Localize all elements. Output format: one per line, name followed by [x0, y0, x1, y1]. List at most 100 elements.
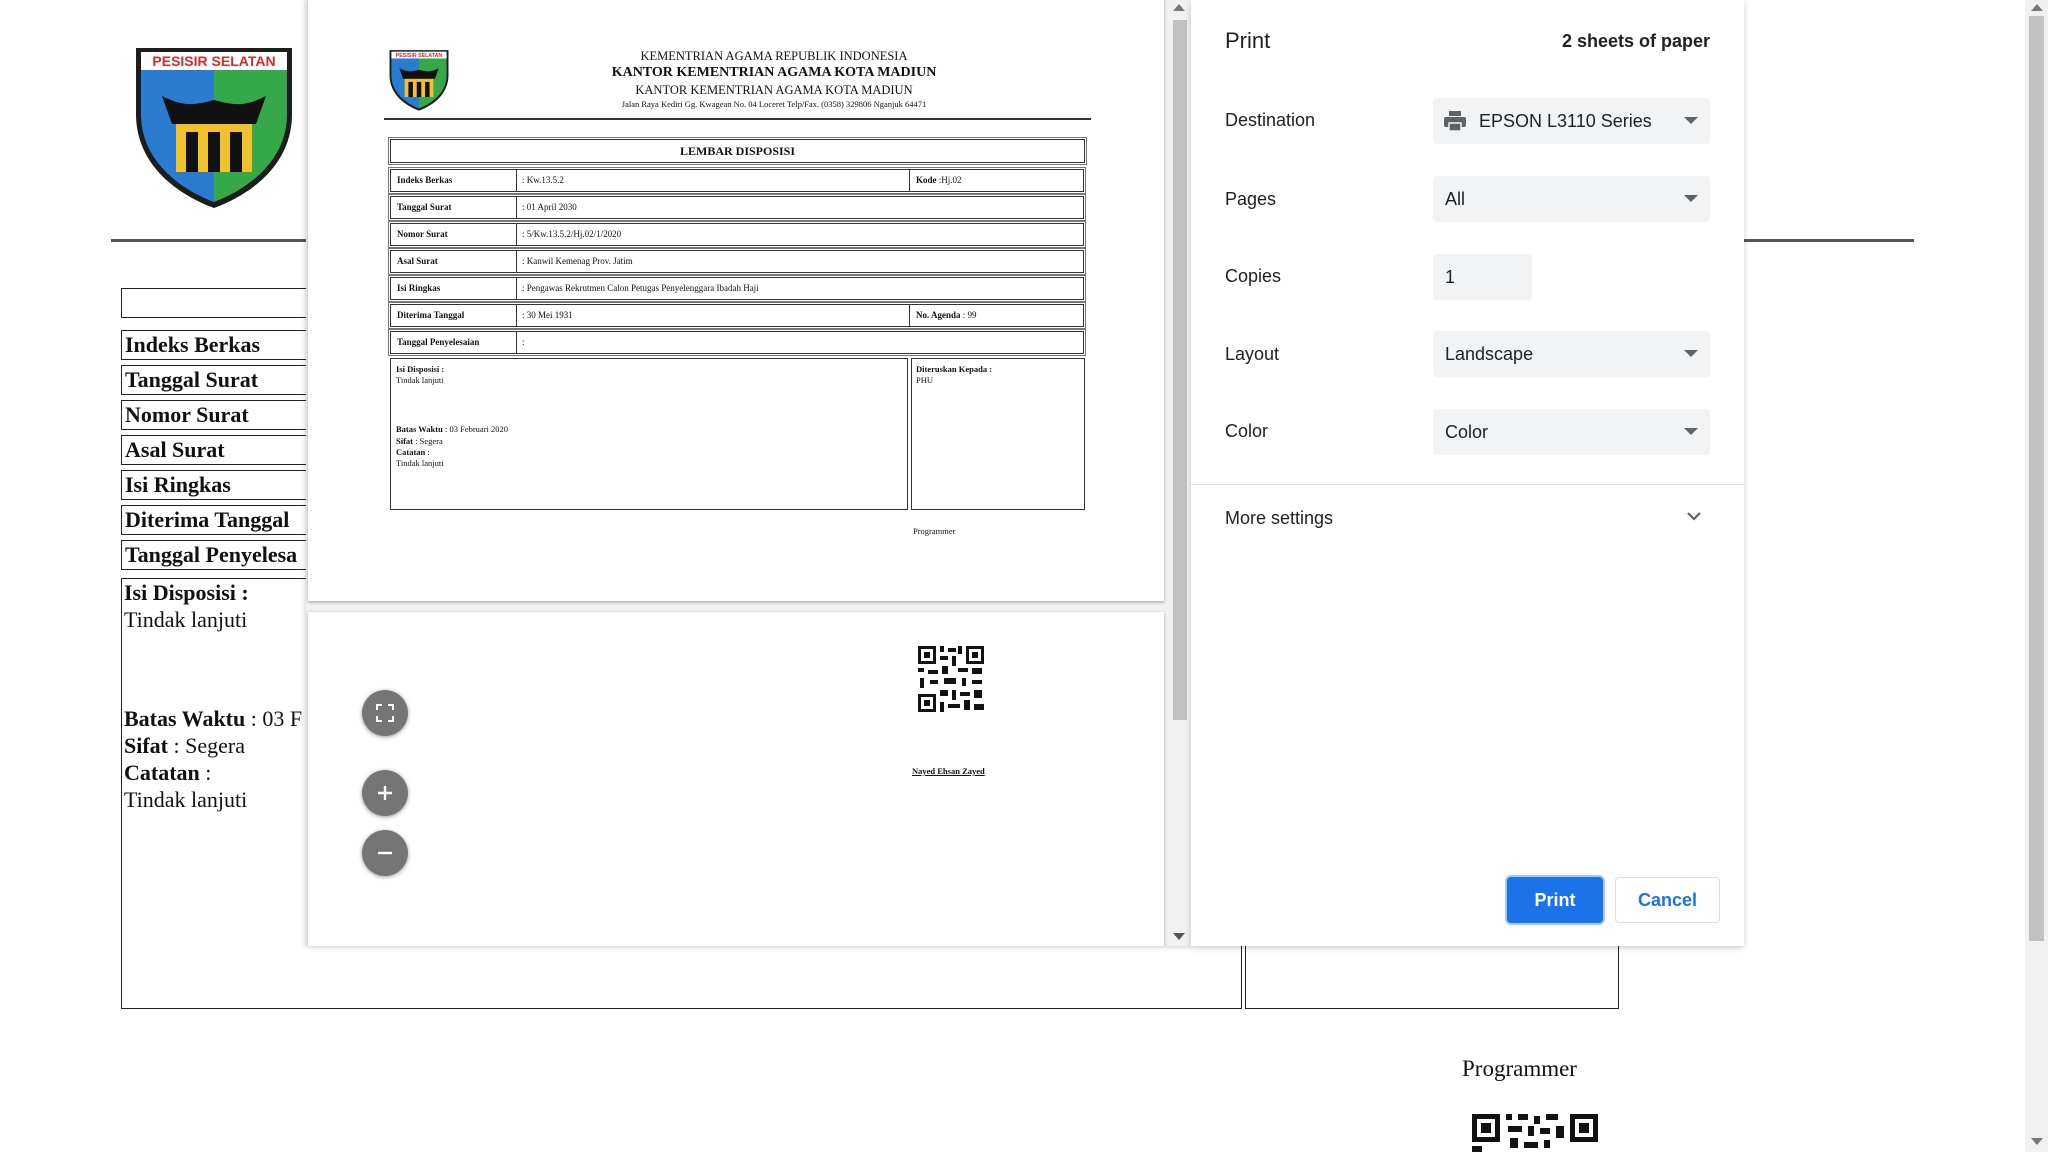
isi-disposisi-value: Tindak lanjuti	[124, 607, 248, 632]
preview-row: Asal Surat : Kanwil Kemenag Prov. Jatim	[388, 248, 1086, 275]
row-label: Asal Surat	[397, 256, 438, 266]
preview-disposition-box	[390, 358, 908, 510]
row-tanggal-penyelesaian: Tanggal Penyelesa	[121, 540, 306, 570]
page-scroll-thumb[interactable]	[2029, 16, 2044, 941]
preview-diteruskan-value: PHU	[916, 375, 934, 385]
print-dialog-title: Print	[1225, 28, 1271, 53]
catatan-text: Tindak lanjuti	[124, 787, 248, 812]
header-divider	[111, 239, 306, 242]
preview-scrollbar[interactable]	[1167, 0, 1191, 946]
print-button[interactable]: Print	[1507, 877, 1603, 923]
copies-input[interactable]	[1433, 254, 1527, 300]
row-extra: No. Agenda : 99	[916, 310, 977, 320]
destination-select[interactable]: EPSON L3110 Series	[1433, 98, 1710, 144]
preview-header-line4: Jalan Raya Kediri Gg. Kwagean No. 04 Loc…	[621, 99, 927, 109]
preview-header-line3: KANTOR KEMENTRIAN AGAMA KOTA MADIUN	[635, 83, 913, 97]
page-scrollbar[interactable]	[2025, 0, 2048, 1152]
layout-select[interactable]: Landscape	[1433, 331, 1710, 377]
preview-row: Isi Ringkas : Pengawas Rekrutmen Calon P…	[388, 275, 1086, 302]
preview-row: Tanggal Surat : 01 April 2030	[388, 194, 1086, 221]
row-value: : 5/Kw.13.5.2/Hj.02/1/2020	[522, 229, 622, 239]
row-asal-surat: Asal Surat	[121, 435, 306, 465]
page-scroll-up-icon[interactable]	[2031, 4, 2043, 11]
zoom-out-icon	[378, 851, 392, 855]
row-value: :	[522, 337, 525, 347]
fit-to-page-button[interactable]	[362, 690, 408, 736]
preview-row: Nomor Surat : 5/Kw.13.5.2/Hj.02/1/2020	[388, 221, 1086, 248]
programmer-label: Programmer	[1462, 1056, 1577, 1081]
chevron-down-icon	[1687, 512, 1701, 521]
row-tanggal-surat: Tanggal Surat	[121, 365, 306, 395]
settings-divider	[1191, 484, 1744, 485]
more-settings-toggle[interactable]: More settings	[1225, 492, 1710, 546]
cancel-button[interactable]: Cancel	[1615, 877, 1720, 923]
row-diterima-tanggal: Diterima Tanggal	[121, 505, 306, 535]
row-extra: Kode :Hj.02	[916, 175, 962, 185]
color-select[interactable]: Color	[1433, 409, 1710, 455]
svg-text:PESISIR SELATAN: PESISIR SELATAN	[152, 53, 275, 69]
preview-forwarded-box	[911, 358, 1085, 510]
pages-label: Pages	[1225, 189, 1277, 209]
row-value: : Kw.13.5.2	[522, 175, 564, 185]
preview-header-line1: KEMENTRIAN AGAMA REPUBLIK INDONESIA	[640, 49, 908, 63]
row-label: Indeks Berkas	[397, 175, 453, 185]
preview-isi-disposisi-value: Tindak lanjuti	[396, 375, 444, 385]
copies-label: Copies	[1225, 266, 1282, 286]
sheet-count: 2 sheets of paper	[1561, 31, 1710, 51]
dropdown-arrow-icon	[1684, 428, 1698, 435]
page-scroll-down-icon[interactable]	[2031, 1138, 2043, 1145]
preview-row: Diterima Tanggal : 30 Mei 1931 No. Agend…	[388, 302, 1086, 329]
scroll-up-icon[interactable]	[1173, 4, 1185, 11]
blank-title-row	[121, 288, 306, 318]
row-label: Isi Ringkas	[397, 283, 441, 293]
dropdown-arrow-icon	[1684, 117, 1698, 124]
preview-row: Indeks Berkas : Kw.13.5.2 Kode :Hj.02	[388, 167, 1086, 194]
preview-sheet-1: PESISIR SELATAN KEMENTRIAN AGAMA REPUBLI…	[308, 0, 1164, 601]
forwarded-box	[1245, 940, 1619, 1009]
preview-header-divider	[384, 118, 1091, 120]
fit-to-page-icon	[376, 704, 394, 722]
preview-isi-disposisi-label: Isi Disposisi :	[396, 364, 445, 374]
preview-sheet-2: Nayed Ehsan Zayed	[308, 612, 1164, 946]
print-preview-pane[interactable]: PESISIR SELATAN KEMENTRIAN AGAMA REPUBLI…	[306, 0, 1191, 946]
row-value: : 01 April 2030	[522, 202, 577, 212]
more-settings-label: More settings	[1225, 508, 1334, 528]
dropdown-arrow-icon	[1684, 195, 1698, 202]
color-value: Color	[1445, 422, 1489, 442]
destination-label: Destination	[1225, 110, 1316, 130]
isi-disposisi-label: Isi Disposisi :	[124, 580, 249, 605]
sifat: Sifat : Segera	[124, 733, 245, 758]
preview-signature-name: Nayed Ehsan Zayed	[912, 766, 985, 776]
zoom-in-icon	[378, 786, 392, 800]
printer-icon	[1444, 111, 1466, 132]
row-label: Diterima Tanggal	[397, 310, 465, 320]
layout-label: Layout	[1225, 344, 1280, 364]
preview-scroll-thumb[interactable]	[1173, 20, 1187, 720]
preview-batas-waktu: Batas Waktu : 03 Februari 2020	[396, 424, 509, 434]
batas-waktu: Batas Waktu : 03 F	[124, 706, 303, 731]
preview-programmer: Programmer	[913, 526, 956, 536]
zoom-out-button[interactable]	[362, 830, 408, 876]
preview-diteruskan-label: Diteruskan Kepada :	[916, 364, 993, 374]
preview-qr-code	[916, 644, 986, 714]
qr-code	[1472, 1114, 1598, 1152]
row-label: Tanggal Surat	[397, 202, 452, 212]
preview-sifat: Sifat : Segera	[396, 436, 443, 446]
scroll-down-icon[interactable]	[1173, 933, 1185, 940]
copies-field-wrapper	[1433, 254, 1532, 300]
row-value: : Pengawas Rekrutmen Calon Petugas Penye…	[522, 283, 759, 293]
preview-title-box: LEMBAR DISPOSISI	[388, 137, 1087, 165]
destination-value: EPSON L3110 Series	[1479, 111, 1652, 131]
catatan: Catatan :	[124, 760, 212, 785]
preview-title: LEMBAR DISPOSISI	[679, 144, 796, 158]
row-nomor-surat: Nomor Surat	[121, 400, 306, 430]
preview-catatan: Catatan :	[396, 447, 430, 457]
pages-select[interactable]: All	[1433, 176, 1710, 222]
zoom-in-button[interactable]	[362, 770, 408, 816]
preview-header-line2: KANTOR KEMENTRIAN AGAMA KOTA MADIUN	[611, 65, 937, 80]
row-label: Nomor Surat	[397, 229, 448, 239]
header-divider	[1743, 239, 1914, 242]
color-label: Color	[1225, 421, 1269, 441]
row-value: : 30 Mei 1931	[522, 310, 573, 320]
print-settings-panel: Print 2 sheets of paper Destination EPSO…	[1191, 0, 1744, 946]
